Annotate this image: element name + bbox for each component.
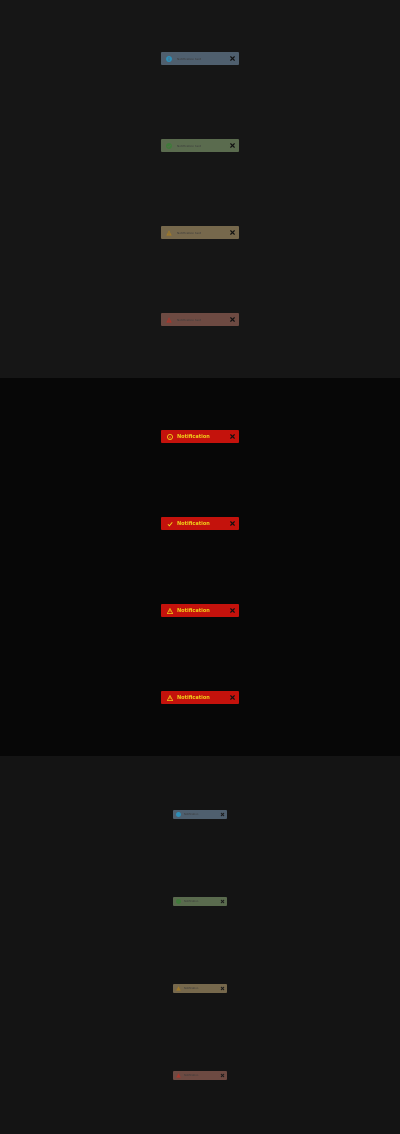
close-icon[interactable]: [220, 899, 225, 904]
toast-message: Notification: [184, 1074, 199, 1077]
toast-success: Notification text: [161, 139, 239, 152]
toast-error-small: Notification: [173, 1071, 227, 1080]
toast-info: Notification text: [161, 52, 239, 65]
close-icon[interactable]: [229, 520, 236, 527]
toast-message: Notification: [184, 813, 199, 816]
toast-message: Notification text: [177, 317, 202, 322]
toast-message: Notification: [184, 987, 199, 990]
toast-message: Notification: [177, 607, 210, 614]
warning-icon: [167, 607, 173, 614]
close-icon[interactable]: [229, 55, 236, 62]
close-icon[interactable]: [229, 607, 236, 614]
high-contrast-toast-section: Notification Notification Notification N…: [0, 378, 400, 756]
info-icon: [166, 55, 172, 62]
warning-icon: [176, 986, 181, 991]
close-icon[interactable]: [229, 694, 236, 701]
close-icon[interactable]: [220, 1073, 225, 1078]
check-circle-icon: [166, 142, 172, 149]
info-icon: [176, 812, 181, 817]
toast-warning: Notification text: [161, 226, 239, 239]
close-icon[interactable]: [229, 433, 236, 440]
toast-info-small: Notification: [173, 810, 227, 819]
toast-message: Notification text: [177, 56, 202, 61]
error-icon: [176, 1073, 181, 1078]
check-circle-icon: [176, 899, 181, 904]
toast-success-small: Notification: [173, 897, 227, 906]
close-icon[interactable]: [229, 229, 236, 236]
check-icon: [167, 521, 173, 527]
close-icon[interactable]: [229, 316, 236, 323]
toast-message: Notification: [177, 694, 210, 701]
toast-warning-high-contrast: Notification: [161, 604, 239, 617]
toast-message: Notification: [177, 433, 210, 440]
toast-error: Notification text: [161, 313, 239, 326]
toast-success-high-contrast: Notification: [161, 517, 239, 530]
toast-message: Notification text: [177, 230, 202, 235]
close-icon[interactable]: [220, 812, 225, 817]
error-icon: [166, 316, 172, 323]
close-icon[interactable]: [229, 142, 236, 149]
toast-info-high-contrast: Notification: [161, 430, 239, 443]
toast-message: Notification: [184, 900, 199, 903]
toast-warning-small: Notification: [173, 984, 227, 993]
toast-message: Notification: [177, 520, 210, 527]
default-toast-section: Notification text Notification text Noti…: [0, 0, 400, 378]
toast-error-high-contrast: Notification: [161, 691, 239, 704]
warning-icon: [166, 229, 172, 236]
info-icon: [167, 433, 173, 440]
close-icon[interactable]: [220, 986, 225, 991]
error-icon: [167, 694, 173, 701]
small-toast-section: Notification Notification Notification N…: [0, 756, 400, 1134]
toast-message: Notification text: [177, 143, 202, 148]
